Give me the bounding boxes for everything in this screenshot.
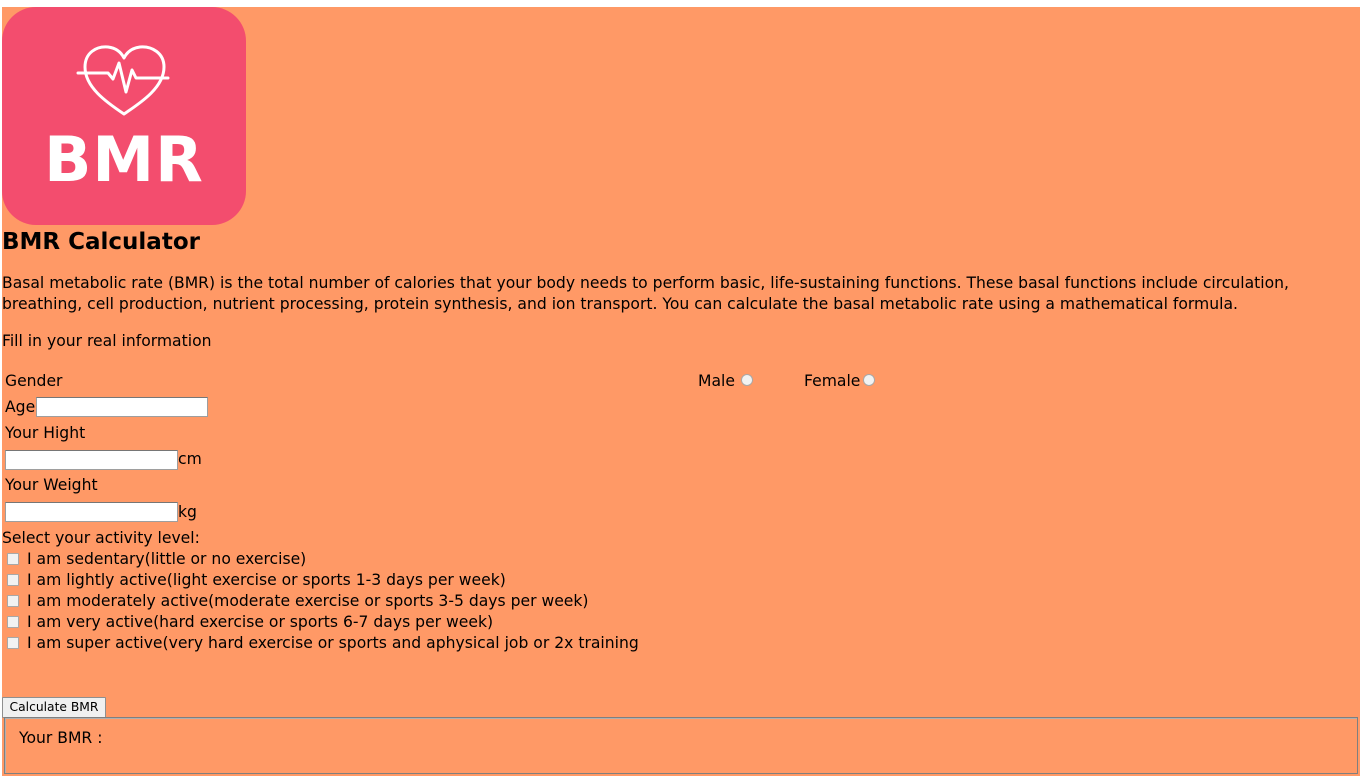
bmr-result-box: Your BMR : xyxy=(4,717,1358,774)
activity-super-active-label: I am super active(very hard exercise or … xyxy=(27,634,639,652)
activity-moderately-active-label: I am moderately active(moderate exercise… xyxy=(27,592,589,610)
activity-very-active-checkbox[interactable] xyxy=(7,616,19,628)
male-label: Male xyxy=(698,372,735,390)
activity-sedentary-label: I am sedentary(little or no exercise) xyxy=(27,550,307,568)
activity-super-active-checkbox[interactable] xyxy=(7,637,19,649)
activity-level-label: Select your activity level: xyxy=(2,529,200,547)
page-title: BMR Calculator xyxy=(2,229,200,255)
weight-input[interactable] xyxy=(5,502,178,522)
bmr-logo: BMR xyxy=(2,7,246,225)
gender-label: Gender xyxy=(5,372,63,390)
logo-text: BMR xyxy=(44,123,204,196)
calculate-bmr-button[interactable]: Calculate BMR xyxy=(2,697,106,718)
weight-unit: kg xyxy=(178,503,197,521)
female-radio[interactable] xyxy=(863,374,875,386)
activity-moderately-active-checkbox[interactable] xyxy=(7,595,19,607)
female-label: Female xyxy=(804,372,861,390)
height-input[interactable] xyxy=(5,450,178,470)
activity-sedentary-checkbox[interactable] xyxy=(7,553,19,565)
activity-lightly-active-label: I am lightly active(light exercise or sp… xyxy=(27,571,506,589)
bmr-result-label: Your BMR : xyxy=(19,729,103,747)
weight-label: Your Weight xyxy=(5,476,98,494)
form-instructions: Fill in your real information xyxy=(2,332,212,350)
age-input[interactable] xyxy=(36,397,208,417)
activity-very-active-label: I am very active(hard exercise or sports… xyxy=(27,613,494,631)
male-radio[interactable] xyxy=(741,374,753,386)
bmr-page: BMR BMR Calculator Basal metabolic rate … xyxy=(2,7,1360,776)
height-label: Your Hight xyxy=(5,424,86,442)
age-label: Age xyxy=(5,398,36,416)
height-unit: cm xyxy=(178,450,202,468)
activity-lightly-active-checkbox[interactable] xyxy=(7,574,19,586)
bmr-description: Basal metabolic rate (BMR) is the total … xyxy=(2,274,1289,313)
